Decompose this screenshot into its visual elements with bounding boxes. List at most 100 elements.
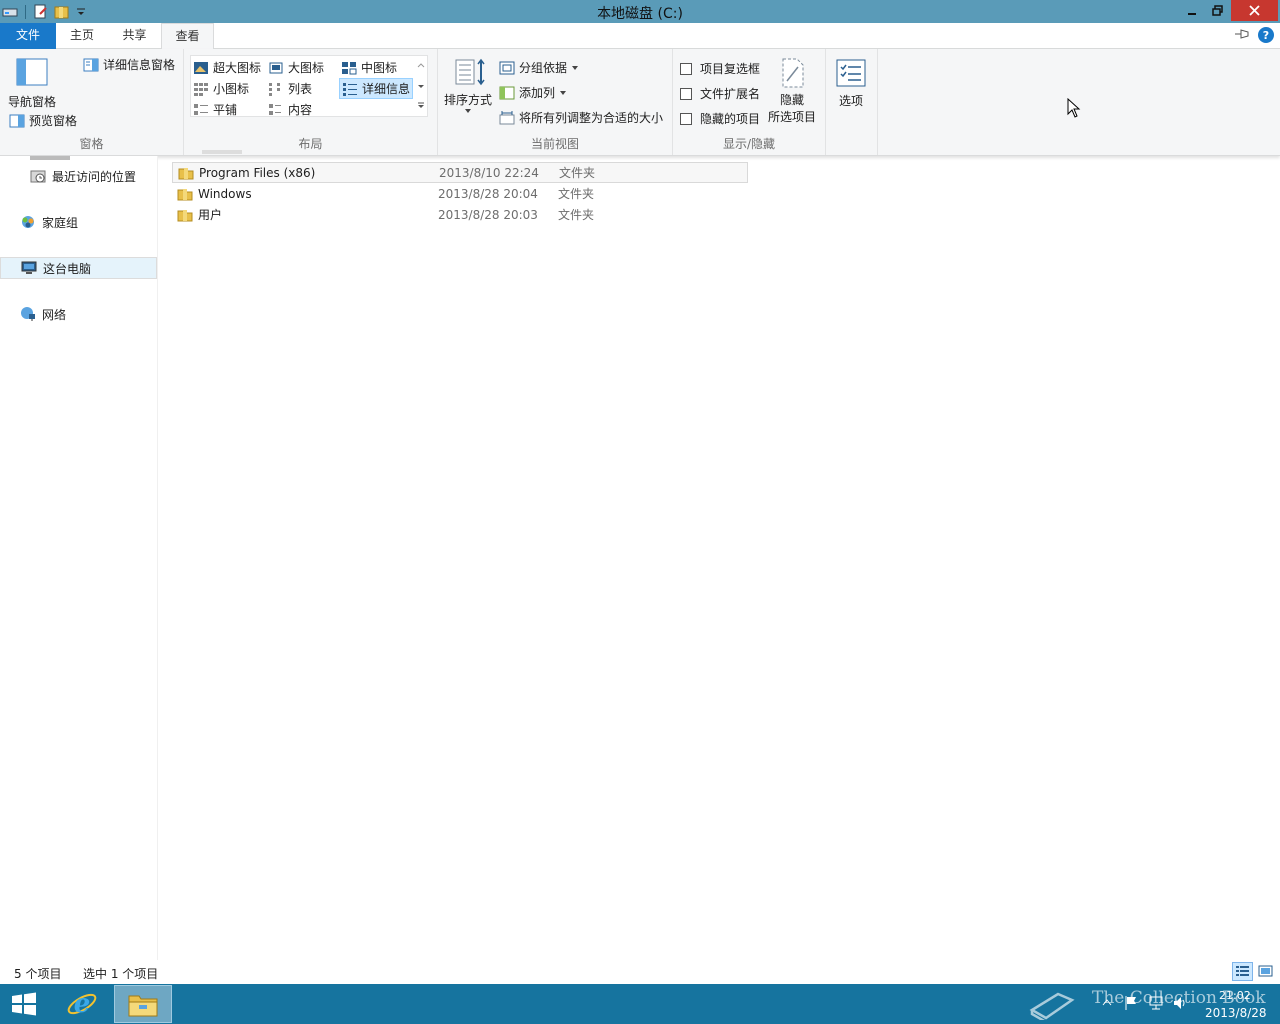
preview-pane-button[interactable]: 预览窗格 [9, 112, 77, 129]
panes-group: 导航窗格 预览窗格 详细信息窗格 窗格 [0, 49, 184, 155]
file-type: 文件夹 [558, 208, 595, 222]
layout-extra-large-icons[interactable]: 超大图标 [193, 59, 261, 76]
restore-button[interactable] [1205, 0, 1229, 21]
layout-content[interactable]: 内容 [268, 101, 312, 118]
panes-group-label: 窗格 [79, 137, 104, 151]
preview-pane-icon [9, 114, 25, 127]
quick-access-toolbar [0, 0, 89, 23]
tab-view[interactable]: 查看 [161, 23, 214, 50]
layout-large-icons[interactable]: 大图标 [268, 59, 324, 76]
network-status-icon[interactable] [1148, 995, 1164, 1011]
hide-selected-icon [782, 58, 804, 88]
add-columns-button[interactable]: 添加列 [499, 84, 567, 101]
folder-icon [177, 188, 193, 200]
details-icon [343, 82, 357, 96]
large-icons-view-button[interactable] [1256, 962, 1275, 981]
internet-explorer-icon: e [67, 989, 97, 1019]
tab-file[interactable]: 文件 [0, 23, 56, 49]
details-pane-button[interactable]: 详细信息窗格 [83, 56, 175, 73]
show-hidden-icons-icon[interactable] [1102, 998, 1112, 1006]
customize-qat-icon[interactable] [73, 4, 89, 20]
file-extensions-toggle[interactable]: 文件扩展名 [680, 85, 760, 102]
details-view-icon [1236, 966, 1249, 976]
volume-icon[interactable] [1172, 995, 1188, 1011]
help-icon[interactable]: ? [1258, 27, 1274, 43]
show-hide-group-label: 显示/隐藏 [722, 137, 776, 151]
details-pane-icon [83, 58, 99, 71]
add-columns-label: 添加列 [519, 86, 556, 100]
clock-time[interactable]: 21:02 [1219, 989, 1251, 1002]
size-columns-icon [499, 110, 515, 124]
medium-icons-label: 中图标 [361, 61, 398, 75]
windows-logo-icon [12, 992, 36, 1016]
file-explorer-button[interactable] [114, 985, 172, 1023]
file-date: 2013/8/10 22:24 [439, 165, 539, 180]
file-row[interactable]: Program Files (x86) 2013/8/10 22:24 文件夹 [172, 162, 748, 183]
close-button[interactable] [1231, 0, 1278, 21]
sort-by-button[interactable]: 排序方式 [444, 57, 492, 114]
options-button[interactable]: 选项 [835, 58, 867, 109]
file-extensions-checkbox[interactable] [680, 87, 692, 100]
hidden-items-checkbox[interactable] [680, 112, 692, 125]
drive-icon[interactable] [2, 4, 18, 20]
start-button[interactable] [6, 988, 42, 1020]
nav-item-recent[interactable]: 最近访问的位置 [0, 165, 157, 187]
layout-small-icons[interactable]: 小图标 [193, 80, 249, 97]
nav-item-network[interactable]: 网络 [0, 303, 157, 325]
layout-medium-icons[interactable]: 中图标 [341, 59, 397, 76]
layout-tiles[interactable]: 平铺 [193, 101, 237, 118]
pin-ribbon-icon[interactable] [1234, 28, 1250, 43]
content-icon [269, 103, 281, 115]
layout-details[interactable]: 详细信息 [339, 78, 414, 99]
current-view-group-label: 当前视图 [530, 137, 579, 151]
folder-icon [177, 209, 193, 221]
window-title: 本地磁盘 (C:) [597, 6, 683, 22]
list-label: 列表 [288, 82, 313, 96]
options-group: 选项 [826, 49, 878, 155]
nav-this-pc-label: 这台电脑 [43, 261, 92, 276]
sort-by-dropdown-icon [465, 109, 471, 113]
hidden-items-toggle[interactable]: 隐藏的项目 [680, 110, 760, 127]
details-view-button[interactable] [1232, 962, 1253, 981]
item-checkboxes-checkbox[interactable] [680, 62, 692, 75]
folder-icon [178, 167, 194, 179]
item-count: 5 个项目 [14, 967, 62, 981]
hide-selected-label-1: 隐藏 [780, 93, 805, 107]
new-folder-icon[interactable] [53, 4, 69, 20]
large-icons-icon [269, 62, 283, 73]
add-columns-icon [499, 86, 515, 99]
layout-list[interactable]: 列表 [268, 80, 312, 97]
tiles-label: 平铺 [213, 103, 238, 117]
file-row[interactable]: 用户 2013/8/28 20:03 文件夹 [172, 204, 748, 225]
file-extensions-label: 文件扩展名 [700, 87, 761, 101]
layout-gallery-scroll[interactable] [415, 57, 427, 115]
show-hide-group: 项目复选框 文件扩展名 隐藏的项目 隐藏 所选项目 显示/隐藏 [673, 49, 826, 155]
ribbon-tab-row: 文件 主页 共享 查看 ? [0, 23, 1280, 50]
navigation-pane: 最近访问的位置 家庭组 这台电脑 网络 [0, 156, 158, 960]
clock-date[interactable]: 2013/8/28 [1205, 1006, 1267, 1020]
properties-icon[interactable] [33, 4, 49, 20]
item-checkboxes-toggle[interactable]: 项目复选框 [680, 60, 760, 77]
file-type: 文件夹 [558, 187, 595, 201]
file-name: 用户 [198, 208, 223, 222]
file-explorer-icon [128, 995, 158, 1017]
computer-icon [21, 261, 37, 274]
tab-share[interactable]: 共享 [108, 23, 161, 49]
title-bar: 本地磁盘 (C:) [0, 0, 1280, 23]
minimize-button[interactable] [1180, 0, 1204, 21]
file-row[interactable]: Windows 2013/8/28 20:04 文件夹 [172, 183, 748, 204]
qat-separator [25, 4, 26, 19]
hide-selected-items-button[interactable]: 隐藏 所选项目 [768, 57, 816, 125]
navigation-pane-button[interactable]: 导航窗格 [8, 57, 56, 110]
nav-item-this-pc[interactable]: 这台电脑 [0, 257, 157, 279]
add-columns-dropdown-icon [560, 90, 567, 95]
size-all-columns-button[interactable]: 将所有列调整为合适的大小 [499, 109, 663, 126]
tab-home[interactable]: 主页 [56, 23, 108, 49]
network-icon [21, 307, 35, 321]
group-by-button[interactable]: 分组依据 [499, 59, 579, 76]
internet-explorer-button[interactable]: e [60, 987, 104, 1021]
hidden-items-label: 隐藏的项目 [700, 112, 761, 126]
nav-item-homegroup[interactable]: 家庭组 [0, 211, 157, 233]
clipped-nav-item [30, 156, 70, 160]
action-center-flag-icon[interactable] [1124, 995, 1138, 1011]
